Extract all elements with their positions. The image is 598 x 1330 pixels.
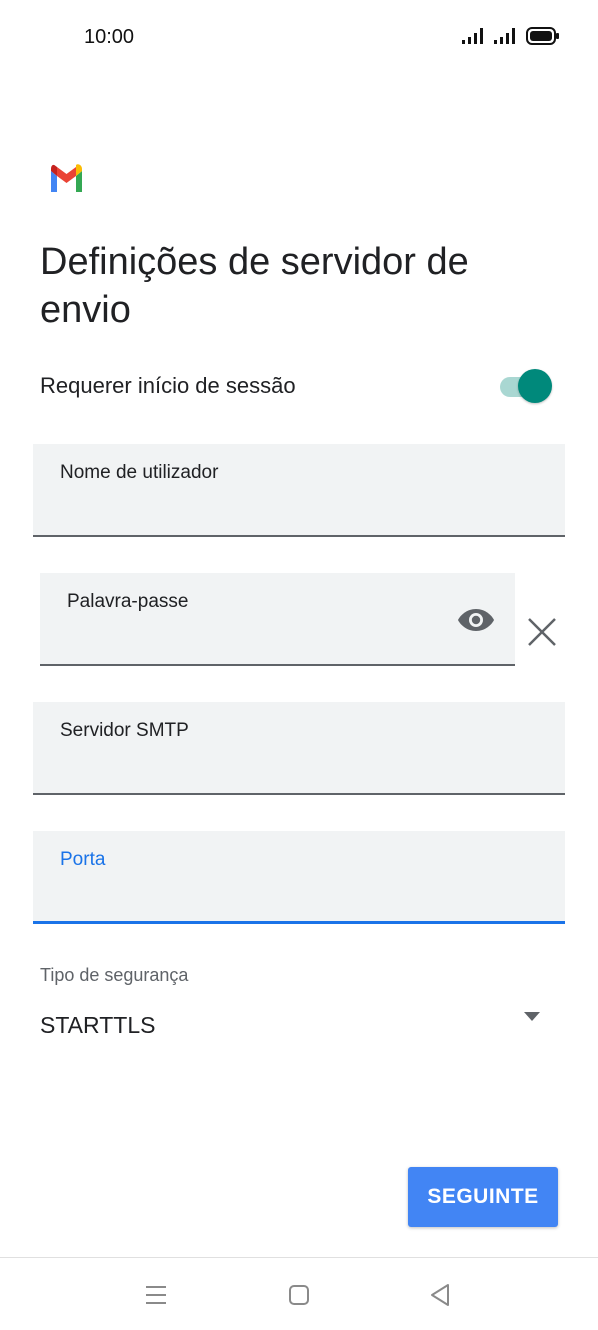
security-type-value: STARTTLS [40,1012,156,1038]
port-label: Porta [60,849,106,870]
battery-icon [526,27,559,45]
username-label: Nome de utilizador [60,462,219,483]
signal-icon-2 [494,28,515,44]
status-time: 10:00 [84,26,135,48]
page-title: Definições de servidor de envio [40,241,469,331]
home-icon[interactable] [284,1280,314,1310]
status-icons [462,27,560,45]
gmail-logo [51,164,82,192]
smtp-server-field[interactable]: Servidor SMTP [33,702,565,795]
back-icon[interactable] [426,1280,456,1310]
require-sign-in-toggle[interactable] [498,368,554,404]
password-field[interactable]: Palavra-passe [40,573,515,666]
require-sign-in-label: Requerer início de sessão [40,373,296,398]
status-bar: 10:00 [0,0,598,76]
close-icon[interactable] [525,615,559,649]
next-button[interactable]: SEGUINTE [408,1167,558,1227]
port-field[interactable]: Porta [33,831,565,924]
security-type-select[interactable]: STARTTLS [40,1004,548,1050]
menu-icon[interactable] [141,1280,171,1310]
smtp-server-label: Servidor SMTP [60,720,189,741]
toggle-thumb [518,369,552,403]
smtp-server-input[interactable] [60,753,490,785]
screen: 10:00 Definições de servidor de envio Re… [0,0,598,1330]
eye-icon[interactable] [457,605,495,635]
security-type-label: Tipo de segurança [40,965,189,985]
username-field[interactable]: Nome de utilizador [33,444,565,537]
username-input[interactable] [60,495,490,527]
signal-icon [462,28,483,44]
password-label: Palavra-passe [67,591,189,612]
caret-down-icon [524,1012,540,1021]
password-input[interactable] [67,624,404,656]
nav-bar [0,1257,598,1330]
port-input[interactable] [60,881,490,913]
